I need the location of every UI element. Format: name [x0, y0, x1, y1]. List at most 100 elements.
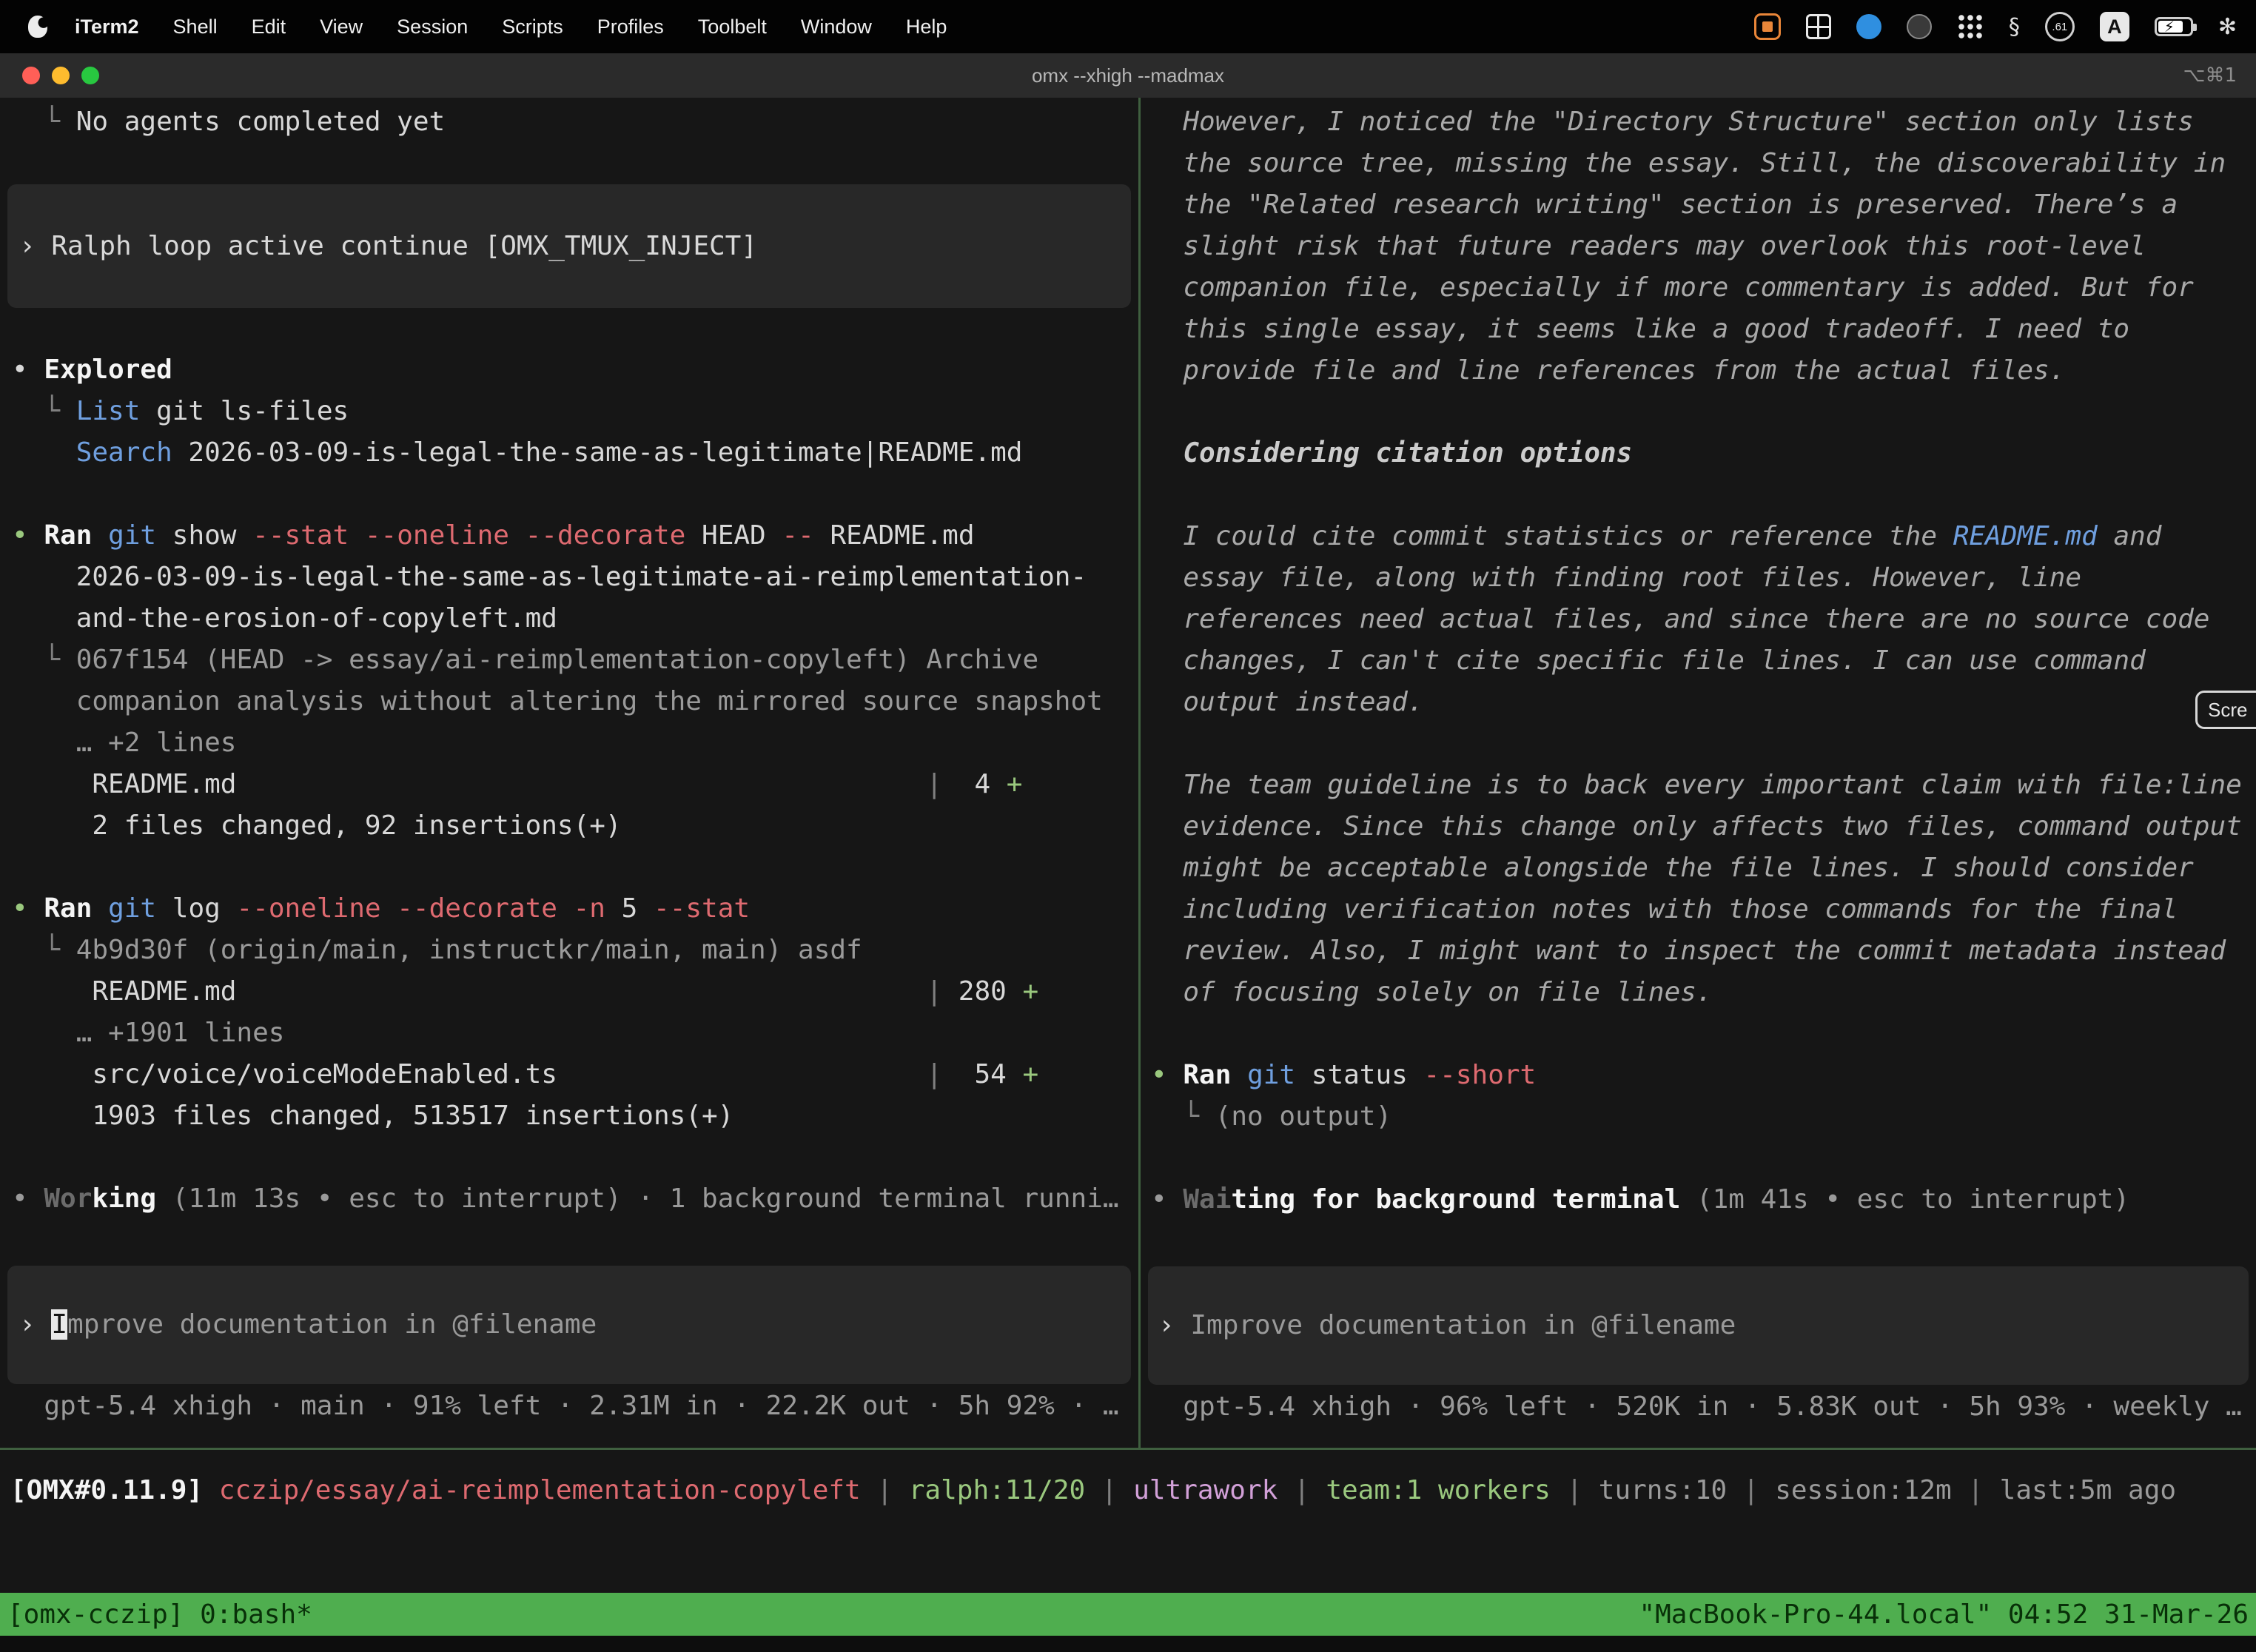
window-title-bar[interactable]: omx --xhigh --madmax ⌥⌘1: [0, 53, 2256, 98]
dots-grid-icon[interactable]: [1957, 13, 1984, 40]
terminal-line: [0, 847, 1138, 888]
terminal-line: output instead.: [1141, 682, 2256, 723]
fan-icon[interactable]: ✻: [2218, 14, 2237, 40]
menu-bar: iTerm2 Shell Edit View Session Scripts P…: [0, 0, 2256, 53]
text-segment: 4b9d30f (origin/main, instructkr/main, m…: [76, 935, 862, 965]
text-segment: git: [108, 893, 156, 924]
menu-item-edit[interactable]: Edit: [235, 16, 303, 38]
terminal-line: … +2 lines: [0, 722, 1138, 764]
text-segment: Ran: [44, 520, 92, 551]
text-segment: slight risk that future readers may over…: [1151, 231, 2146, 261]
terminal-line: [0, 474, 1138, 515]
terminal-line: review. Also, I might want to inspect th…: [1141, 930, 2256, 972]
text-segment: Search: [76, 437, 172, 468]
text-segment: --stat --oneline --decorate: [252, 520, 685, 551]
terminal-line: this single essay, it seems like a good …: [1141, 309, 2256, 350]
left-top-lines: └ No agents completed yet: [0, 101, 1138, 143]
terminal-line: references need actual files, and since …: [1141, 599, 2256, 640]
blue-app-icon[interactable]: [1856, 14, 1881, 39]
text-segment: Improve documentation in @filename: [1190, 1310, 1736, 1340]
screen: iTerm2 Shell Edit View Session Scripts P…: [0, 0, 2256, 1652]
text-segment: ralph:11/20: [909, 1475, 1085, 1505]
text-segment: |: [1085, 1475, 1133, 1505]
menu-item-session[interactable]: Session: [380, 16, 485, 38]
text-segment: … +1901 lines: [12, 1018, 284, 1048]
text-segment: essay file, along with finding root file…: [1151, 563, 2081, 593]
text-segment: (1m 41s • esc to interrupt): [1696, 1184, 2129, 1215]
text-segment: (no output): [1215, 1101, 1391, 1132]
left-prompt-text: › Improve documentation in @filename: [7, 1304, 597, 1346]
text-segment: Ran: [44, 893, 92, 924]
battery-icon[interactable]: ⚡: [2155, 17, 2193, 36]
text-segment: └: [12, 935, 76, 965]
text-segment: List: [76, 396, 141, 426]
terminal-line: • Working (11m 13s • esc to interrupt) ·…: [0, 1178, 1138, 1220]
text-segment: might be acceptable alongside the file l…: [1151, 853, 2194, 883]
text-segment: |: [557, 1059, 942, 1089]
menu-item-scripts[interactable]: Scripts: [485, 16, 580, 38]
right-transcript: However, I noticed the "Directory Struct…: [1141, 101, 2256, 1220]
menu-item-toolbelt[interactable]: Toolbelt: [681, 16, 784, 38]
text-segment: |: [1551, 1475, 1599, 1505]
text-segment: ting for background terminal: [1231, 1184, 1680, 1215]
text-segment: README.md: [814, 520, 975, 551]
window-shortcut: ⌥⌘1: [2183, 64, 2237, 87]
terminal-line: provide file and line references from th…: [1141, 350, 2256, 392]
left-terminal-pane[interactable]: └ No agents completed yet › Ralph loop a…: [0, 98, 1138, 1448]
text-segment: •: [12, 355, 44, 385]
squiggle-icon[interactable]: §: [2009, 14, 2020, 40]
text-segment: log: [156, 893, 236, 924]
tmux-host-time: "MacBook-Pro-44.local" 04:52 31-Mar-26: [1639, 1599, 2249, 1630]
menu-item-shell[interactable]: Shell: [156, 16, 235, 38]
menu-item-help[interactable]: Help: [889, 16, 964, 38]
terminal-line: README.md | 4 +: [0, 764, 1138, 805]
text-segment: •: [12, 1183, 44, 1214]
text-segment: ›: [19, 1309, 51, 1340]
window-title: omx --xhigh --madmax: [0, 64, 2256, 87]
horizontal-pane-divider[interactable]: [0, 1448, 2256, 1450]
terminal-line: 1903 files changed, 513517 insertions(+): [0, 1095, 1138, 1137]
text-segment: [OMX#0.11.9]: [10, 1475, 219, 1505]
text-segment: |: [1278, 1475, 1326, 1505]
menu-bar-status-icons: § .61 A ⚡ ✻: [1754, 12, 2256, 41]
terminal-line: • Ran git log --oneline --decorate -n 5 …: [0, 888, 1138, 930]
gauge-icon[interactable]: .61: [2045, 12, 2075, 41]
right-terminal-pane[interactable]: However, I noticed the "Directory Struct…: [1141, 98, 2256, 1448]
left-prompt-input[interactable]: › Improve documentation in @filename: [7, 1266, 1131, 1384]
text-segment: |: [1727, 1475, 1775, 1505]
menu-item-view[interactable]: View: [303, 16, 380, 38]
apple-menu-icon[interactable]: [28, 16, 47, 38]
window-grid-icon[interactable]: [1806, 14, 1831, 39]
text-segment: --oneline --decorate -n: [236, 893, 605, 924]
text-segment: 2 files changed, 92 insertions(+): [12, 810, 622, 841]
menu-item-window[interactable]: Window: [784, 16, 889, 38]
text-segment: Considering citation options: [1151, 438, 1632, 469]
text-segment: 5: [605, 893, 654, 924]
text-segment: README.md: [1953, 521, 2098, 551]
text-segment: review. Also, I might want to inspect th…: [1151, 936, 2226, 966]
dark-app-icon[interactable]: [1907, 14, 1932, 39]
text-segment: provide file and line references from th…: [1151, 355, 2065, 386]
menu-item-profiles[interactable]: Profiles: [580, 16, 681, 38]
terminal-line: including verification notes with those …: [1141, 889, 2256, 930]
screen-recording-indicator-icon[interactable]: [1754, 13, 1781, 40]
menu-item-iterm2[interactable]: iTerm2: [58, 16, 156, 38]
input-source-icon[interactable]: A: [2100, 12, 2129, 41]
right-prompt-input[interactable]: › Improve documentation in @filename: [1148, 1266, 2249, 1385]
screen-edge-tab[interactable]: Scre: [2195, 691, 2256, 729]
terminal-line: • Ran git show --stat --oneline --decora…: [0, 515, 1138, 557]
terminal-line: and-the-erosion-of-copyleft.md: [0, 598, 1138, 639]
text-segment: 2026-03-09-is-legal-the-same-as-legitima…: [12, 562, 1087, 592]
terminal-line: • Ran git status --short: [1141, 1055, 2256, 1096]
terminal-line: The team guideline is to back every impo…: [1141, 765, 2256, 806]
text-segment: The team guideline is to back every impo…: [1151, 770, 2242, 800]
text-segment: |: [1952, 1475, 2000, 1505]
terminal-line: companion analysis without altering the …: [0, 681, 1138, 722]
terminal-line: … +1901 lines: [0, 1013, 1138, 1054]
text-segment: [156, 1183, 172, 1214]
terminal-line: README.md | 280 +: [0, 971, 1138, 1013]
terminal-line: [0, 1137, 1138, 1178]
text-segment: └: [12, 396, 76, 426]
text-segment: show: [156, 520, 252, 551]
text-segment: references need actual files, and since …: [1151, 604, 2209, 634]
